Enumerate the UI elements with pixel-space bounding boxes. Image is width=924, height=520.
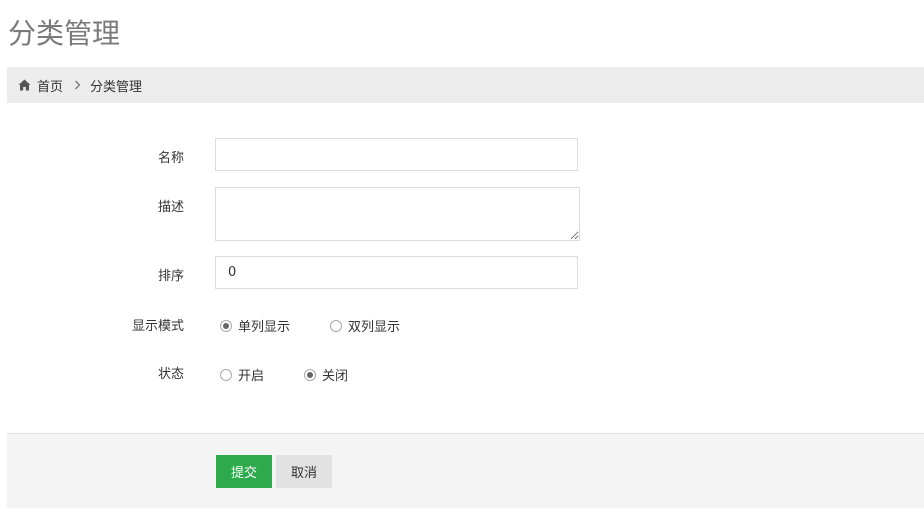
home-icon bbox=[18, 79, 31, 91]
form-action-bar: 提交 取消 bbox=[7, 433, 924, 508]
radio-double-column-circle[interactable] bbox=[330, 319, 343, 332]
radio-status-on-label: 开启 bbox=[238, 369, 265, 384]
radio-status-off[interactable]: 关闭 bbox=[304, 365, 348, 384]
breadcrumb-current: 分类管理 bbox=[90, 79, 143, 95]
radio-single-column[interactable]: 单列显示 bbox=[220, 316, 290, 335]
status-label: 状态 bbox=[157, 367, 184, 382]
radio-status-off-circle[interactable] bbox=[304, 368, 317, 381]
radio-double-column-label: 双列显示 bbox=[348, 320, 401, 335]
display-mode-radio-group: 单列显示 双列显示 bbox=[220, 316, 400, 335]
name-label: 名称 bbox=[157, 151, 184, 166]
submit-button[interactable]: 提交 bbox=[216, 455, 272, 488]
status-radio-group: 开启 关闭 bbox=[220, 365, 348, 384]
radio-status-on-circle[interactable] bbox=[220, 368, 232, 381]
description-textarea[interactable] bbox=[215, 187, 580, 241]
breadcrumb: 首页 分类管理 bbox=[7, 67, 924, 103]
radio-status-on[interactable]: 开启 bbox=[220, 365, 264, 384]
name-input[interactable] bbox=[215, 138, 578, 171]
cancel-button[interactable]: 取消 bbox=[276, 455, 332, 488]
sort-label: 排序 bbox=[157, 269, 184, 284]
chevron-right-icon bbox=[75, 80, 81, 90]
sort-input[interactable] bbox=[215, 256, 578, 289]
description-label: 描述 bbox=[157, 200, 184, 215]
radio-double-column[interactable]: 双列显示 bbox=[330, 316, 400, 335]
radio-status-off-label: 关闭 bbox=[322, 369, 349, 384]
display-mode-label: 显示模式 bbox=[131, 319, 184, 334]
page-title: 分类管理 bbox=[8, 17, 121, 50]
radio-single-column-circle[interactable] bbox=[220, 319, 232, 332]
breadcrumb-home-link[interactable]: 首页 bbox=[37, 76, 63, 95]
radio-single-column-label: 单列显示 bbox=[238, 320, 291, 335]
